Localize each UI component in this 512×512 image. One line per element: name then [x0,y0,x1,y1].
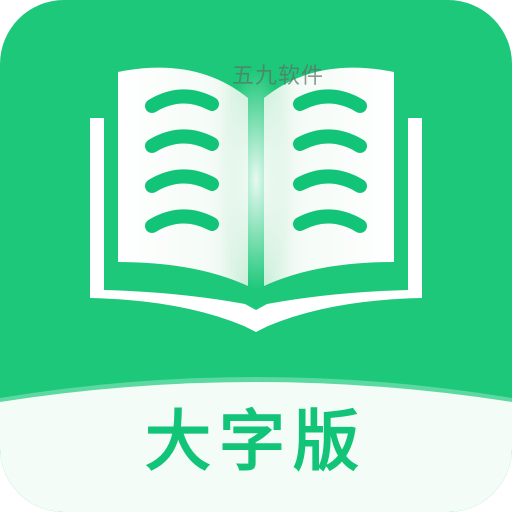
app-label: 大字版 [145,403,367,480]
app-icon: 五九软件 大字版 [0,0,512,512]
